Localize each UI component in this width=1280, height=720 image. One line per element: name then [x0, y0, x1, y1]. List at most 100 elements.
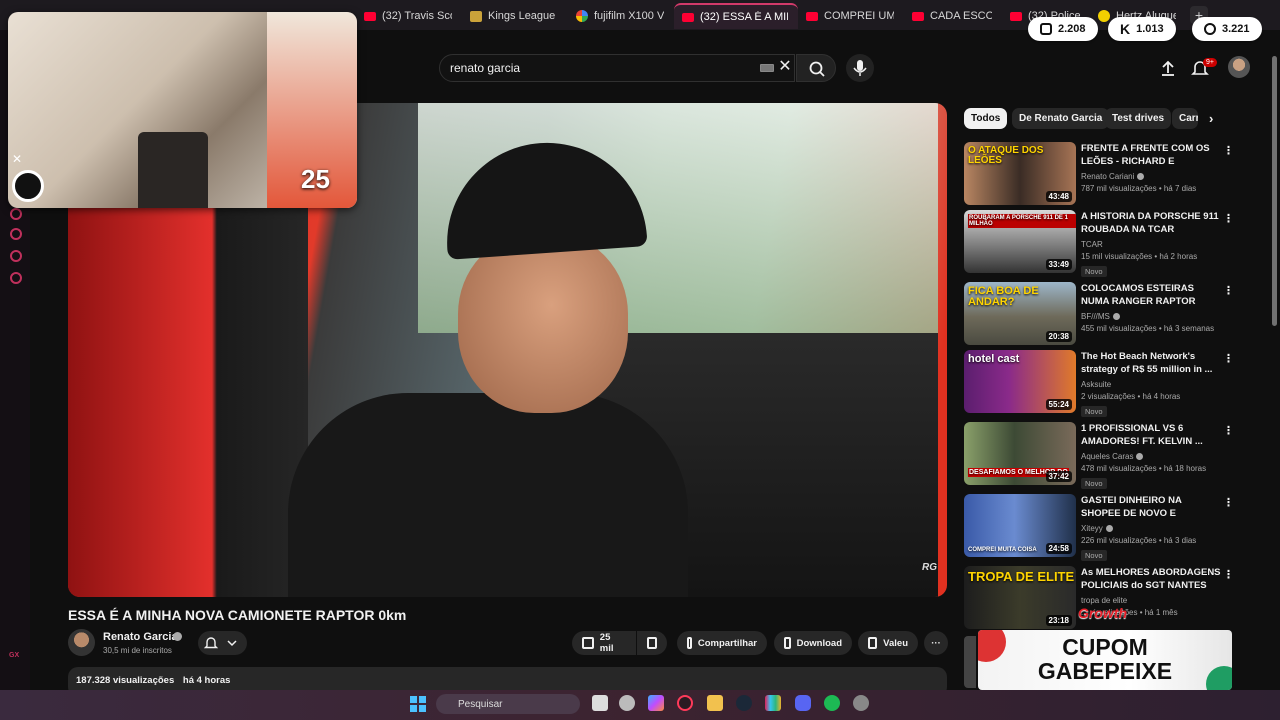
- thanks-button[interactable]: Valeu: [858, 631, 918, 655]
- browser-tab-active[interactable]: (32) ESSA É A MINHA NO: [674, 3, 798, 29]
- recommendation-item[interactable]: COMPREI MUITA COISA 24:58 GASTEI DINHEIRO…: [964, 494, 1234, 561]
- recommendation-item[interactable]: DESAFIAMOS O MELHOR DO 37:42 1 PROFISSION…: [964, 422, 1234, 489]
- search-button[interactable]: [796, 54, 836, 82]
- kebab-menu-icon[interactable]: ⋮: [1223, 496, 1234, 509]
- kebab-menu-icon[interactable]: ⋮: [1223, 144, 1234, 157]
- video-title: ESSA É A MINHA NOVA CAMIONETE RAPTOR 0km: [68, 607, 407, 623]
- browser-tab[interactable]: Kings League Bra: [462, 3, 568, 29]
- chip-all[interactable]: Todos: [964, 108, 1008, 129]
- voice-search-button[interactable]: [846, 54, 874, 82]
- coupon-banner[interactable]: CUPOM GABEPEIXE: [978, 630, 1232, 690]
- like-button[interactable]: 25 mil: [572, 631, 636, 655]
- file-explorer-icon[interactable]: [707, 695, 723, 711]
- recommendation-title[interactable]: GASTEI DINHEIRO NA SHOPEE DE NOVO E COMP…: [1081, 494, 1221, 521]
- recommendation-channel[interactable]: Xiteyy: [1081, 524, 1113, 533]
- video-person-face: [458, 233, 628, 413]
- recommendation-title[interactable]: COLOCAMOS ESTEIRAS NUMA RANGER RAPTOR KK…: [1081, 282, 1221, 309]
- scrollbar[interactable]: [1272, 56, 1277, 326]
- pip-chair: [138, 132, 208, 208]
- upload-icon[interactable]: [1158, 58, 1178, 78]
- subscriber-count: 30,5 mi de inscritos: [103, 646, 172, 655]
- recommendation-thumbnail-partial[interactable]: [964, 636, 976, 688]
- recommendation-channel[interactable]: tropa de elite: [1081, 596, 1127, 605]
- recommendation-title[interactable]: FRENTE A FRENTE COM OS LEÕES - RICHARD E…: [1081, 142, 1221, 169]
- recommendation-title[interactable]: 1 PROFISSIONAL VS 6 AMADORES! FT. KELVIN…: [1081, 422, 1221, 448]
- app-icon[interactable]: [619, 695, 635, 711]
- app-icon[interactable]: [853, 695, 869, 711]
- steam-icon[interactable]: [736, 695, 752, 711]
- discord-icon[interactable]: [795, 695, 811, 711]
- dislike-button[interactable]: [637, 631, 667, 655]
- video-thumbnail[interactable]: DESAFIAMOS O MELHOR DO 37:42: [964, 422, 1076, 485]
- download-button[interactable]: Download: [774, 631, 852, 655]
- browser-tab[interactable]: COMPREI UM CA: [798, 3, 904, 29]
- chip-test-drives[interactable]: Test drives: [1105, 108, 1172, 129]
- view-count: 187.328 visualizações: [76, 675, 175, 686]
- search-input[interactable]: renato garcia: [439, 54, 795, 82]
- recommendation-item[interactable]: O ATAQUE DOS LEÕES 43:48 FRENTE A FRENTE …: [964, 142, 1234, 206]
- video-thumbnail[interactable]: O ATAQUE DOS LEÕES 43:48: [964, 142, 1076, 205]
- browser-tab[interactable]: (32) Travis Scott: [356, 3, 462, 29]
- windows-start-icon[interactable]: [410, 696, 426, 712]
- recommendation-channel[interactable]: Renato Cariani: [1081, 172, 1145, 181]
- recommendation-item[interactable]: ROUBARAM A PORSCHE 911 DE 1 MILHÃO 33:49 …: [964, 210, 1234, 277]
- video-thumbnail[interactable]: TROPA DE ELITE 23:18: [964, 566, 1076, 629]
- new-badge: Novo: [1081, 478, 1107, 489]
- globe-counter[interactable]: 3.221: [1192, 17, 1262, 41]
- share-button[interactable]: Compartilhar: [677, 631, 767, 655]
- subscription-bell-button[interactable]: [198, 631, 247, 655]
- recommendation-meta: 787 mil visualizações • há 7 dias: [1081, 184, 1197, 193]
- recommendation-title[interactable]: A HISTORIA DA PORSCHE 911 ROUBADA NA TCA…: [1081, 210, 1221, 236]
- recommendation-channel[interactable]: Asksuite: [1081, 380, 1111, 389]
- video-thumbnail[interactable]: FICA BOA DE ANDAR? 20:38: [964, 282, 1076, 345]
- more-actions-button[interactable]: ···: [924, 631, 948, 655]
- channel-name[interactable]: Renato Garcia: [103, 631, 178, 643]
- comments-counter[interactable]: 2.208: [1028, 17, 1098, 41]
- recommendation-channel[interactable]: BF///MS: [1081, 312, 1120, 321]
- k-counter[interactable]: K 1.013: [1108, 17, 1176, 41]
- copilot-icon[interactable]: [648, 695, 664, 711]
- kebab-menu-icon[interactable]: ⋮: [1223, 284, 1234, 297]
- recommendation-item[interactable]: hotel cast 55:24 The Hot Beach Network's …: [964, 350, 1234, 417]
- player-icon[interactable]: [10, 208, 22, 220]
- browser-tab[interactable]: CADA ESCOLHA: [904, 3, 1002, 29]
- taskbar: [0, 690, 1280, 720]
- kebab-menu-icon[interactable]: ⋮: [1223, 568, 1234, 581]
- kebab-menu-icon[interactable]: ⋮: [1223, 352, 1234, 365]
- slack-icon[interactable]: [765, 695, 781, 711]
- share-icon: [687, 637, 692, 649]
- video-thumbnail[interactable]: ROUBARAM A PORSCHE 911 DE 1 MILHÃO 33:49: [964, 210, 1076, 273]
- browser-tab[interactable]: fujifilm X100 VI -: [568, 3, 674, 29]
- account-avatar[interactable]: [1228, 56, 1250, 78]
- pip-logo-icon[interactable]: [12, 170, 44, 202]
- video-thumbnail[interactable]: COMPREI MUITA COISA 24:58: [964, 494, 1076, 557]
- recommendation-item[interactable]: FICA BOA DE ANDAR? 20:38 COLOCAMOS ESTEIR…: [964, 282, 1234, 346]
- channel-avatar[interactable]: [68, 629, 95, 656]
- recommendation-title[interactable]: As MELHORES ABORDAGENS POLICIAIS do SGT …: [1081, 566, 1221, 593]
- keyboard-icon[interactable]: [760, 64, 774, 72]
- spotify-icon[interactable]: [824, 695, 840, 711]
- pip-counter: 25: [301, 164, 330, 194]
- verified-icon: [1136, 453, 1144, 461]
- task-view-icon[interactable]: [592, 695, 608, 711]
- verified-icon: [173, 632, 182, 641]
- recommendation-channel[interactable]: Aqueles Caras: [1081, 452, 1144, 461]
- settings-icon[interactable]: [10, 272, 22, 284]
- screen: (32) Travis Scott Kings League Bra fujif…: [0, 0, 1280, 720]
- extensions-icon[interactable]: [10, 250, 22, 262]
- opera-gx-icon[interactable]: [677, 695, 693, 711]
- recommendation-channel[interactable]: TCAR: [1081, 240, 1103, 249]
- recommendation-title[interactable]: The Hot Beach Network's strategy of R$ 5…: [1081, 350, 1221, 376]
- thumbs-down-icon: [647, 637, 657, 649]
- taskbar-search[interactable]: Pesquisar: [436, 694, 580, 714]
- clear-search-icon[interactable]: ✕: [777, 57, 793, 77]
- video-thumbnail[interactable]: hotel cast 55:24: [964, 350, 1076, 413]
- chip-cars[interactable]: Carros: [1172, 108, 1198, 129]
- kebab-menu-icon[interactable]: ⋮: [1223, 212, 1234, 225]
- history-icon[interactable]: [10, 228, 22, 240]
- pip-close-icon[interactable]: ✕: [12, 152, 22, 166]
- chip-from-channel[interactable]: De Renato Garcia: [1012, 108, 1110, 129]
- kebab-menu-icon[interactable]: ⋮: [1223, 424, 1234, 437]
- notification-badge: 9+: [1203, 58, 1217, 67]
- chevron-right-icon[interactable]: ›: [1209, 111, 1213, 126]
